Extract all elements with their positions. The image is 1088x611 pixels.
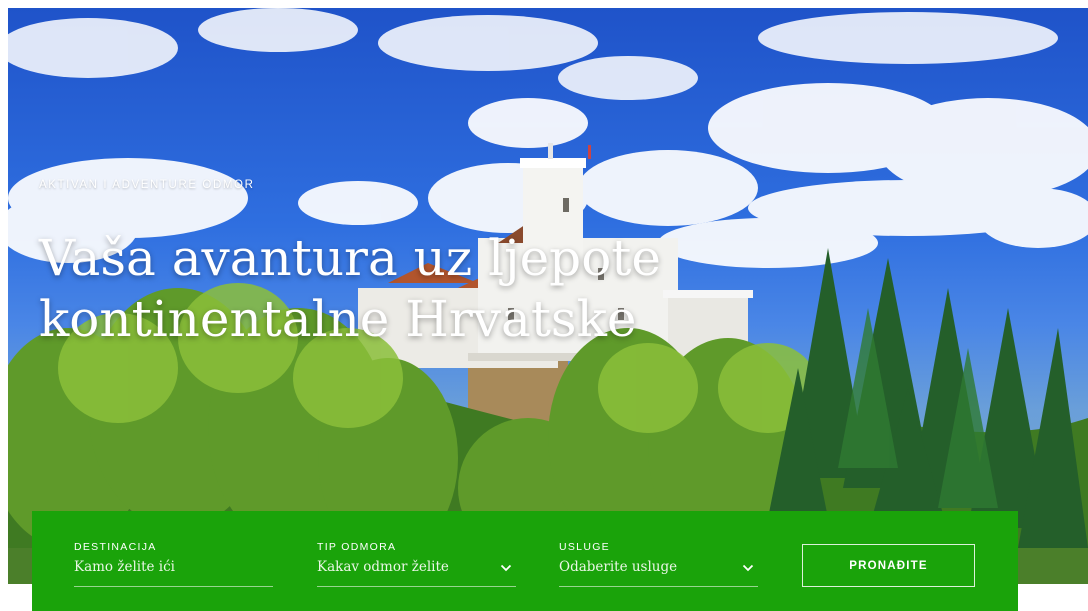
hero-headline: Vaša avantura uz ljepote kontinentalne H…	[39, 228, 799, 350]
holiday-type-label: TIP ODMORA	[317, 541, 397, 553]
services-label: USLUGE	[559, 541, 610, 553]
chevron-down-icon	[742, 564, 754, 572]
holiday-type-select[interactable]: TIP ODMORA Kakav odmor želite	[317, 541, 516, 587]
hero-kicker: AKTIVAN I ADVENTURE ODMOR	[39, 179, 255, 191]
hero-headline-line1: Vaša avantura uz ljepote	[39, 229, 661, 287]
search-submit-button[interactable]: PRONAĐITE	[802, 544, 975, 587]
holiday-type-value: Kakav odmor želite	[317, 559, 449, 575]
services-value: Odaberite usluge	[559, 559, 678, 575]
services-select[interactable]: USLUGE Odaberite usluge	[559, 541, 758, 587]
destination-field[interactable]: DESTINACIJA	[74, 541, 273, 587]
search-panel: DESTINACIJA TIP ODMORA Kakav odmor želit…	[32, 511, 1018, 611]
hero-headline-line2: kontinentalne Hrvatske	[39, 290, 637, 348]
destination-input[interactable]	[74, 559, 244, 575]
chevron-down-icon	[500, 564, 512, 572]
hero-banner: AKTIVAN I ADVENTURE ODMOR Vaša avantura …	[8, 8, 1088, 584]
destination-label: DESTINACIJA	[74, 541, 157, 553]
